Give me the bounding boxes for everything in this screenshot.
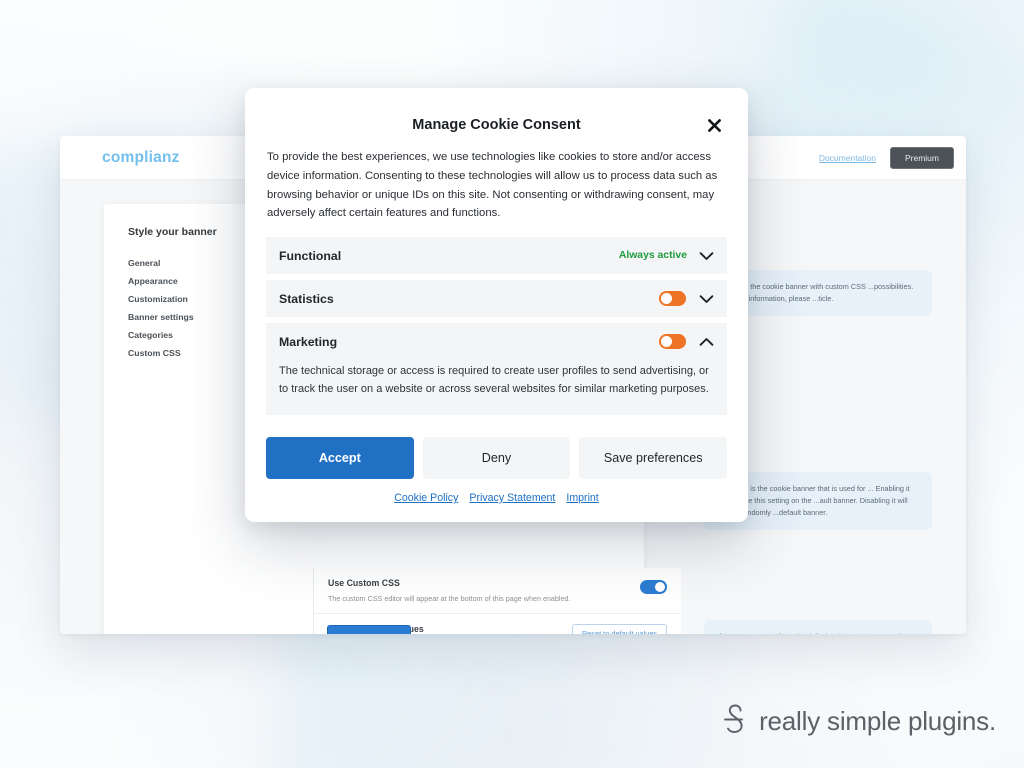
setting-row-use-custom-css: Use Custom CSS The custom CSS editor wil…	[314, 568, 681, 614]
setting-label: Use Custom CSS	[328, 578, 400, 588]
use-custom-css-toggle[interactable]	[640, 580, 667, 594]
deny-button[interactable]: Deny	[422, 436, 571, 479]
modal-header: Manage Cookie Consent	[266, 110, 727, 140]
consent-category-functional[interactable]: Functional Always active	[266, 237, 727, 274]
reset-to-default-values-button[interactable]: Reset to default values	[571, 624, 667, 634]
save-preferences-button[interactable]: Save preferences	[579, 436, 728, 479]
chevron-up-icon[interactable]	[699, 334, 714, 349]
category-label: Marketing	[279, 334, 338, 349]
chevron-down-icon[interactable]	[699, 248, 714, 263]
save-changes-button[interactable]	[327, 625, 411, 634]
imprint-link[interactable]: Imprint	[566, 492, 598, 504]
accept-button[interactable]: Accept	[266, 436, 414, 479]
close-icon[interactable]	[703, 114, 725, 136]
premium-button[interactable]: Premium	[889, 146, 954, 169]
consent-category-statistics[interactable]: Statistics	[266, 280, 727, 317]
modal-intro-text: To provide the best experiences, we use …	[267, 151, 718, 220]
category-label: Functional	[279, 248, 342, 263]
statistics-consent-toggle[interactable]	[659, 291, 686, 306]
privacy-statement-link[interactable]: Privacy Statement	[469, 492, 555, 504]
always-active-label: Always active	[618, 250, 687, 261]
complianz-logo: complianz	[102, 148, 180, 166]
modal-title: Manage Cookie Consent	[412, 117, 581, 133]
setting-description: The custom CSS editor will appear at the…	[328, 594, 571, 603]
cookie-policy-link[interactable]: Cookie Policy	[394, 492, 458, 504]
documentation-link[interactable]: Documentation	[819, 153, 876, 163]
chevron-down-icon[interactable]	[699, 291, 714, 306]
modal-footer-links: Cookie Policy Privacy Statement Imprint	[266, 492, 727, 504]
rsp-mark-icon	[724, 704, 744, 733]
cookie-consent-modal: Manage Cookie Consent To provide the bes…	[245, 88, 748, 522]
really-simple-plugins-logo: really simple plugins.	[722, 704, 996, 738]
marketing-description: The technical storage or access is requi…	[266, 360, 727, 415]
marketing-consent-toggle[interactable]	[659, 334, 686, 349]
help-box-reset: If you want to start from the default va…	[704, 620, 932, 634]
consent-category-marketing[interactable]: Marketing	[266, 323, 727, 360]
admin-topbar-actions: Documentation Premium	[819, 146, 954, 169]
modal-actions: Accept Deny Save preferences	[266, 436, 728, 479]
brand-wordmark: really simple plugins.	[759, 705, 996, 736]
category-label: Statistics	[279, 291, 334, 306]
